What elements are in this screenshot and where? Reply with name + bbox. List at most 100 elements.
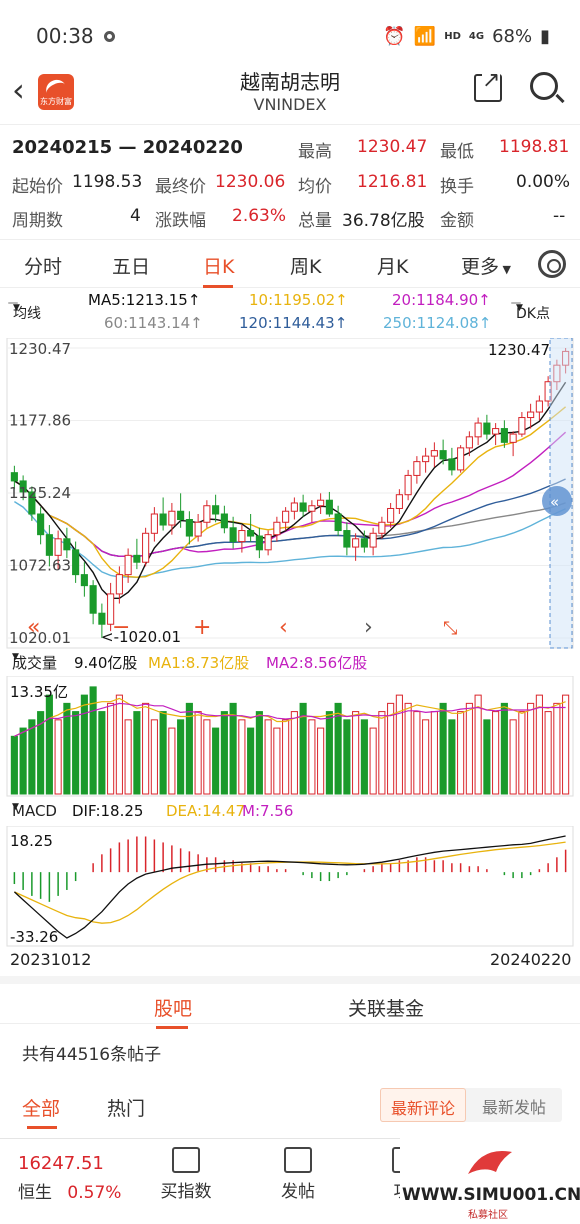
volume-bar	[317, 727, 325, 795]
volume-bar	[492, 711, 500, 795]
close-value: 1230.06	[215, 172, 286, 192]
low-label: 最低	[440, 142, 474, 162]
tab-related-funds[interactable]: 关联基金	[348, 994, 424, 1021]
macd-dif: DIF:18.25	[72, 802, 144, 820]
periods-value: 4	[130, 206, 141, 226]
volume-bar	[553, 702, 561, 795]
filter-row: 全部 热门 最新评论 最新发帖	[0, 1086, 580, 1136]
candle-body	[474, 422, 482, 438]
fullscreen-icon[interactable]: ⤡	[443, 618, 457, 639]
candle-body	[220, 513, 228, 529]
tab-five-day[interactable]: 五日	[112, 252, 150, 279]
volume-bar	[439, 702, 447, 795]
volume-chart[interactable]: 13.35亿	[0, 676, 580, 798]
gear-icon[interactable]	[538, 250, 566, 278]
ma-legend: 均线 ▼ MA5:1213.15↑ 10:1195.02↑ 20:1184.90…	[0, 288, 580, 338]
volume-bar	[133, 711, 141, 795]
max-price-note: 1230.47	[488, 341, 550, 359]
candle-body	[518, 417, 526, 435]
candle-body	[422, 455, 430, 463]
y-axis-label: 1230.47	[9, 340, 71, 358]
open-label: 起始价	[12, 177, 63, 197]
candle-body	[150, 513, 158, 534]
scroll-right-icon[interactable]: ›	[364, 615, 373, 640]
zoom-out-icon[interactable]: −	[112, 615, 130, 640]
change-label: 涨跌幅	[155, 211, 206, 231]
volume-bar	[107, 702, 115, 795]
tab-monthly-k[interactable]: 月K	[377, 252, 408, 279]
search-icon[interactable]	[530, 72, 558, 100]
volume-bar	[194, 711, 202, 795]
macd-dea: DEA:14.47	[166, 802, 246, 820]
volume-ma2: MA2:8.56亿股	[266, 654, 368, 672]
volume-bar	[282, 719, 290, 795]
dk-points-button[interactable]: DK点 ▼	[511, 302, 550, 322]
volume-bar	[255, 711, 263, 795]
dropdown-caret-icon: ▼	[516, 303, 523, 313]
post-button[interactable]: 发帖	[278, 1147, 318, 1202]
high-label: 最高	[298, 142, 332, 162]
tab-intraday[interactable]: 分时	[24, 252, 62, 279]
volume-bar	[527, 702, 535, 795]
zoom-in-icon[interactable]: +	[193, 615, 211, 640]
scroll-left-icon[interactable]: ‹	[279, 615, 288, 640]
candle-body	[10, 472, 18, 482]
y-axis-label: 1177.86	[9, 412, 71, 430]
volume-bar	[378, 711, 386, 795]
filter-all[interactable]: 全部	[22, 1094, 60, 1121]
date-axis-end: 20240220	[490, 950, 572, 969]
share-icon[interactable]	[474, 68, 502, 102]
candle-body	[80, 574, 88, 587]
ma250-value: 250:1124.08↑	[383, 314, 492, 332]
dropdown-caret-icon: ▼	[499, 263, 511, 276]
volume-bar	[325, 711, 333, 795]
candle-body	[334, 513, 342, 532]
tab-weekly-k[interactable]: 周K	[290, 252, 321, 279]
candle-body	[325, 499, 333, 515]
candle-body	[352, 538, 360, 548]
filter-hot[interactable]: 热门	[107, 1094, 145, 1121]
status-right: ⏰ 📶 HD 4G 68% ▮	[383, 26, 550, 47]
y-axis-label: 1125.24	[9, 484, 71, 502]
candle-body	[185, 519, 193, 537]
watermark-url: WWW.SIMU001.CN	[402, 1185, 580, 1205]
tab-more[interactable]: 更多 ▼	[461, 252, 511, 279]
volume-bar	[360, 719, 368, 795]
volume-bar	[159, 711, 167, 795]
volume-bar	[474, 694, 482, 795]
date-range: 20240215 — 20240220	[12, 137, 243, 158]
ma-dropdown[interactable]: 均线 ▼	[8, 302, 41, 322]
volume-axis-top: 13.35亿	[10, 683, 68, 701]
section-tabs: 股吧 关联基金	[0, 976, 580, 1029]
volume-bar	[457, 711, 465, 795]
candle-body	[527, 411, 535, 419]
date-axis-start: 20231012	[10, 950, 92, 969]
volume-bar	[404, 702, 412, 795]
candle-body	[369, 532, 377, 548]
tab-daily-k[interactable]: 日K	[203, 252, 234, 279]
sort-latest-comment[interactable]: 最新评论	[380, 1088, 467, 1122]
volume-bar	[72, 711, 80, 795]
info-row-3: 周期数 4 涨跌幅 2.63% 总量 36.78亿股 金额 --	[0, 202, 580, 232]
candle-body	[212, 505, 220, 515]
candle-body	[483, 422, 491, 435]
candle-body	[395, 494, 403, 509]
candle-body	[343, 530, 351, 548]
candle-body	[282, 510, 290, 523]
section-tab-indicator	[156, 1026, 188, 1029]
sort-latest-post[interactable]: 最新发帖	[482, 1094, 546, 1118]
macd-m: M:7.56	[242, 802, 294, 820]
volume-bar	[247, 727, 255, 795]
buy-index-button[interactable]: 买指数	[158, 1147, 214, 1202]
kline-chart[interactable]: 1230.47 <-1020.01 « « − + ‹ › ⤡ 1230.471…	[0, 338, 580, 650]
candle-body	[194, 521, 202, 537]
index-change: 0.57%	[67, 1183, 122, 1203]
volume-bar	[45, 694, 53, 795]
volume-ma1: MA1:8.73亿股	[148, 654, 250, 672]
candle-body	[264, 534, 272, 551]
index-ticker[interactable]: 16247.51 恒生 0.57%	[18, 1153, 121, 1203]
tab-guba[interactable]: 股吧	[154, 994, 192, 1021]
macd-chart[interactable]: 18.25 -33.26	[0, 826, 580, 948]
volume-bar	[80, 694, 88, 795]
candle-body	[535, 400, 543, 413]
